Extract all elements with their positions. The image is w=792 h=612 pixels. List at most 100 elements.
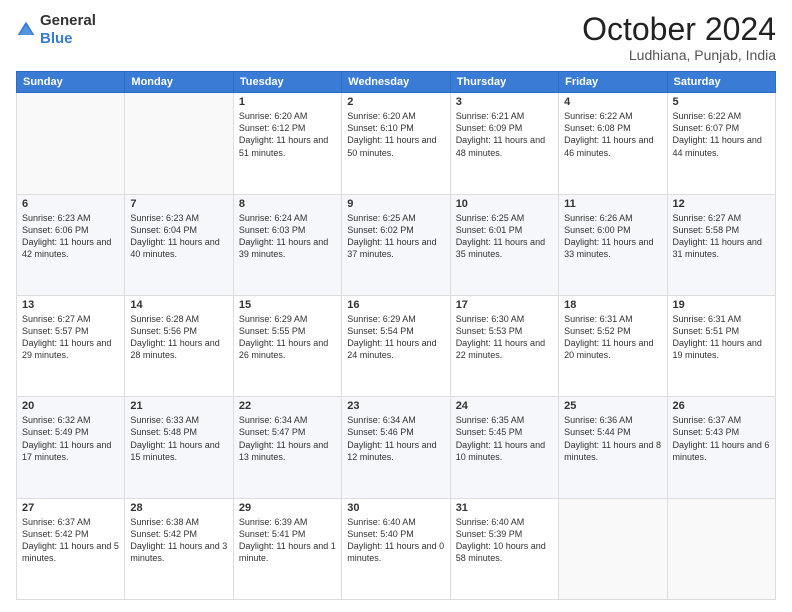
sunset-text: Sunset: 5:44 PM [564,427,631,437]
daylight-text: Daylight: 11 hours and 5 minutes. [22,541,119,563]
header-wednesday: Wednesday [342,72,450,93]
day-number: 30 [347,502,444,514]
sunrise-text: Sunrise: 6:31 AM [673,314,742,324]
header-monday: Monday [125,72,233,93]
sunset-text: Sunset: 5:42 PM [22,529,89,539]
daylight-text: Daylight: 11 hours and 33 minutes. [564,237,653,259]
logo: General Blue [16,12,96,48]
table-row: 10 Sunrise: 6:25 AM Sunset: 6:01 PM Dayl… [450,194,558,295]
sunrise-text: Sunrise: 6:40 AM [347,517,416,527]
daylight-text: Daylight: 11 hours and 19 minutes. [673,338,762,360]
day-info: Sunrise: 6:23 AM Sunset: 6:06 PM Dayligh… [22,212,119,261]
day-number: 27 [22,502,119,514]
day-info: Sunrise: 6:25 AM Sunset: 6:02 PM Dayligh… [347,212,444,261]
day-number: 18 [564,299,661,311]
sunrise-text: Sunrise: 6:25 AM [347,213,416,223]
sunrise-text: Sunrise: 6:29 AM [347,314,416,324]
sunrise-text: Sunrise: 6:27 AM [22,314,91,324]
day-number: 26 [673,400,770,412]
sunset-text: Sunset: 6:08 PM [564,123,631,133]
table-row: 27 Sunrise: 6:37 AM Sunset: 5:42 PM Dayl… [17,498,125,599]
daylight-text: Daylight: 11 hours and 35 minutes. [456,237,545,259]
table-row: 24 Sunrise: 6:35 AM Sunset: 5:45 PM Dayl… [450,397,558,498]
sunrise-text: Sunrise: 6:37 AM [673,415,742,425]
sunrise-text: Sunrise: 6:23 AM [22,213,91,223]
day-number: 15 [239,299,336,311]
day-number: 11 [564,198,661,210]
week-row-1: 1 Sunrise: 6:20 AM Sunset: 6:12 PM Dayli… [17,93,776,194]
sunrise-text: Sunrise: 6:36 AM [564,415,633,425]
logo-text: General Blue [40,12,96,48]
day-number: 8 [239,198,336,210]
week-row-5: 27 Sunrise: 6:37 AM Sunset: 5:42 PM Dayl… [17,498,776,599]
day-info: Sunrise: 6:40 AM Sunset: 5:39 PM Dayligh… [456,516,553,565]
daylight-text: Daylight: 11 hours and 13 minutes. [239,440,328,462]
sunrise-text: Sunrise: 6:28 AM [130,314,199,324]
daylight-text: Daylight: 11 hours and 10 minutes. [456,440,545,462]
day-info: Sunrise: 6:39 AM Sunset: 5:41 PM Dayligh… [239,516,336,565]
table-row: 19 Sunrise: 6:31 AM Sunset: 5:51 PM Dayl… [667,295,775,396]
logo-general: General [40,12,96,29]
sunset-text: Sunset: 5:52 PM [564,326,631,336]
sunset-text: Sunset: 6:09 PM [456,123,523,133]
sunset-text: Sunset: 5:56 PM [130,326,197,336]
sunset-text: Sunset: 5:58 PM [673,225,740,235]
sunset-text: Sunset: 5:40 PM [347,529,414,539]
daylight-text: Daylight: 11 hours and 12 minutes. [347,440,436,462]
table-row: 12 Sunrise: 6:27 AM Sunset: 5:58 PM Dayl… [667,194,775,295]
sunrise-text: Sunrise: 6:26 AM [564,213,633,223]
week-row-3: 13 Sunrise: 6:27 AM Sunset: 5:57 PM Dayl… [17,295,776,396]
daylight-text: Daylight: 11 hours and 3 minutes. [130,541,227,563]
daylight-text: Daylight: 11 hours and 8 minutes. [564,440,661,462]
header-tuesday: Tuesday [233,72,341,93]
sunset-text: Sunset: 5:54 PM [347,326,414,336]
table-row: 9 Sunrise: 6:25 AM Sunset: 6:02 PM Dayli… [342,194,450,295]
day-number: 19 [673,299,770,311]
day-info: Sunrise: 6:37 AM Sunset: 5:43 PM Dayligh… [673,414,770,463]
day-number: 16 [347,299,444,311]
page: General Blue October 2024 Ludhiana, Punj… [0,0,792,612]
sunset-text: Sunset: 6:01 PM [456,225,523,235]
sunrise-text: Sunrise: 6:33 AM [130,415,199,425]
sunrise-text: Sunrise: 6:35 AM [456,415,525,425]
day-number: 31 [456,502,553,514]
daylight-text: Daylight: 10 hours and 58 minutes. [456,541,546,563]
day-number: 2 [347,96,444,108]
sunrise-text: Sunrise: 6:29 AM [239,314,308,324]
sunset-text: Sunset: 6:10 PM [347,123,414,133]
sunrise-text: Sunrise: 6:22 AM [673,111,742,121]
day-number: 25 [564,400,661,412]
daylight-text: Daylight: 11 hours and 1 minute. [239,541,336,563]
table-row: 5 Sunrise: 6:22 AM Sunset: 6:07 PM Dayli… [667,93,775,194]
day-number: 24 [456,400,553,412]
table-row: 21 Sunrise: 6:33 AM Sunset: 5:48 PM Dayl… [125,397,233,498]
day-info: Sunrise: 6:31 AM Sunset: 5:51 PM Dayligh… [673,313,770,362]
day-info: Sunrise: 6:27 AM Sunset: 5:57 PM Dayligh… [22,313,119,362]
sunset-text: Sunset: 5:39 PM [456,529,523,539]
sunset-text: Sunset: 5:48 PM [130,427,197,437]
day-info: Sunrise: 6:25 AM Sunset: 6:01 PM Dayligh… [456,212,553,261]
sunset-text: Sunset: 6:04 PM [130,225,197,235]
header-friday: Friday [559,72,667,93]
day-info: Sunrise: 6:35 AM Sunset: 5:45 PM Dayligh… [456,414,553,463]
sunrise-text: Sunrise: 6:24 AM [239,213,308,223]
location: Ludhiana, Punjab, India [582,47,776,63]
day-info: Sunrise: 6:23 AM Sunset: 6:04 PM Dayligh… [130,212,227,261]
title-section: October 2024 Ludhiana, Punjab, India [582,12,776,63]
sunrise-text: Sunrise: 6:20 AM [239,111,308,121]
day-number: 29 [239,502,336,514]
sunset-text: Sunset: 5:47 PM [239,427,306,437]
day-number: 28 [130,502,227,514]
day-info: Sunrise: 6:24 AM Sunset: 6:03 PM Dayligh… [239,212,336,261]
day-number: 21 [130,400,227,412]
table-row: 22 Sunrise: 6:34 AM Sunset: 5:47 PM Dayl… [233,397,341,498]
table-row [559,498,667,599]
day-info: Sunrise: 6:31 AM Sunset: 5:52 PM Dayligh… [564,313,661,362]
sunset-text: Sunset: 5:55 PM [239,326,306,336]
daylight-text: Daylight: 11 hours and 40 minutes. [130,237,219,259]
day-number: 12 [673,198,770,210]
day-number: 1 [239,96,336,108]
day-number: 9 [347,198,444,210]
daylight-text: Daylight: 11 hours and 48 minutes. [456,135,545,157]
table-row: 23 Sunrise: 6:34 AM Sunset: 5:46 PM Dayl… [342,397,450,498]
